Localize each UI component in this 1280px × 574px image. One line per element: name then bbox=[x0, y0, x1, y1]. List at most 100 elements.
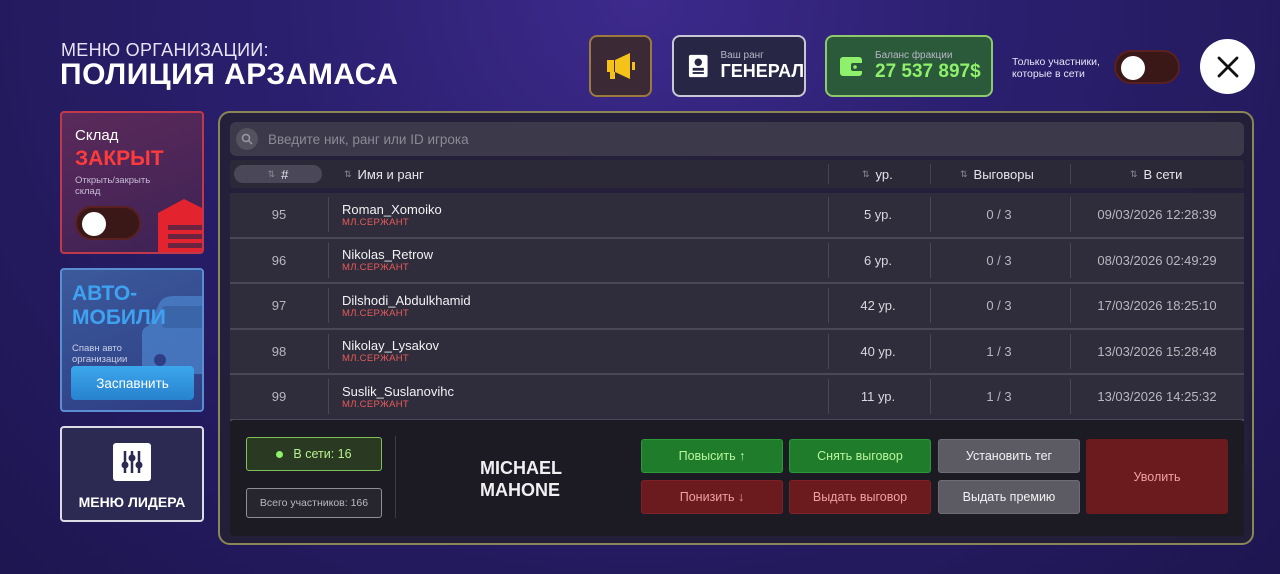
member-level: 6 ур. bbox=[863, 252, 893, 268]
badge-icon bbox=[688, 54, 708, 78]
member-name: Dilshodi_Abdulkhamid bbox=[342, 292, 471, 308]
cars-card: АВТО- МОБИЛИ Спавн авто организации Засп… bbox=[60, 268, 204, 412]
row-divider bbox=[328, 288, 329, 323]
member-rank: МЛ.СЕРЖАНТ bbox=[342, 353, 409, 364]
sort-by-warnings[interactable]: ⇅ Выговоры bbox=[960, 160, 1034, 188]
sort-icon: ⇅ bbox=[960, 168, 968, 179]
sort-by-number[interactable]: ⇅ # bbox=[234, 165, 322, 183]
rank-display: Ваш ранг ГЕНЕРАЛ bbox=[672, 35, 806, 97]
set-tag-button[interactable]: Установить тег bbox=[938, 439, 1080, 473]
row-divider bbox=[328, 333, 329, 369]
leader-menu-button[interactable]: МЕНЮ ЛИДЕРА bbox=[60, 426, 204, 522]
cars-title: АВТО- МОБИЛИ bbox=[72, 282, 166, 330]
toggle-knob bbox=[82, 212, 106, 236]
column-number: # bbox=[281, 166, 289, 182]
selected-player-first: MICHAEL bbox=[480, 458, 562, 478]
cars-title-line1: АВТО- bbox=[72, 282, 138, 305]
sort-icon: ⇅ bbox=[344, 168, 352, 179]
table-header: ⇅ # ⇅ Имя и ранг ⇅ ур. ⇅ Выговоры ⇅ В се… bbox=[230, 160, 1244, 188]
header-divider bbox=[1070, 164, 1071, 184]
member-last-online: 13/03/2026 14:25:32 bbox=[1097, 389, 1217, 404]
action-footer: В сети: 16 Всего участников: 166 MICHAEL… bbox=[230, 420, 1244, 536]
member-last-online: 08/03/2026 02:49:29 bbox=[1097, 252, 1217, 268]
remove-warning-button[interactable]: Снять выговор bbox=[789, 439, 931, 473]
member-name: Nikolas_Retrow bbox=[342, 247, 434, 262]
member-last-online: 17/03/2026 18:25:10 bbox=[1097, 298, 1217, 313]
table-row[interactable]: 95 Roman_Xomoiko МЛ.СЕРЖАНТ 5 ур. 0 / 3 … bbox=[230, 193, 1244, 239]
search-icon bbox=[236, 128, 258, 150]
megaphone-icon bbox=[606, 53, 635, 79]
sort-icon: ⇅ bbox=[1130, 168, 1138, 179]
give-bonus-button[interactable]: Выдать премию bbox=[938, 480, 1080, 514]
member-name: Suslik_Suslanovihc bbox=[342, 383, 455, 399]
warehouse-toggle[interactable] bbox=[75, 206, 141, 240]
member-last-online: 13/03/2026 15:28:48 bbox=[1097, 343, 1217, 359]
member-last-online: 09/03/2026 12:28:39 bbox=[1097, 207, 1217, 222]
member-number: 95 bbox=[271, 207, 287, 222]
table-row[interactable]: 98 Nikolay_Lysakov МЛ.СЕРЖАНТ 40 ур. 1 /… bbox=[230, 329, 1244, 375]
member-name-cell: Suslik_Suslanovihc МЛ.СЕРЖАНТ bbox=[342, 375, 454, 418]
wallet-icon bbox=[840, 57, 864, 76]
toggle-knob bbox=[1121, 56, 1145, 80]
online-dot-icon bbox=[276, 450, 284, 458]
member-level: 11 ур. bbox=[860, 389, 896, 404]
table-row[interactable]: 96 Nikolas_Retrow МЛ.СЕРЖАНТ 6 ур. 0 / 3… bbox=[230, 238, 1244, 284]
column-name: Имя и ранг bbox=[357, 166, 424, 182]
warehouse-icon bbox=[158, 199, 202, 252]
sort-by-name[interactable]: ⇅ Имя и ранг bbox=[344, 160, 424, 188]
table-row[interactable]: 97 Dilshodi_Abdulkhamid МЛ.СЕРЖАНТ 42 ур… bbox=[230, 284, 1244, 330]
sort-by-online[interactable]: ⇅ В сети bbox=[1130, 160, 1182, 188]
member-number: 99 bbox=[271, 389, 287, 404]
column-online: В сети bbox=[1143, 166, 1183, 182]
leader-menu-label: МЕНЮ ЛИДЕРА bbox=[78, 494, 186, 510]
members-table: 95 Roman_Xomoiko МЛ.СЕРЖАНТ 5 ур. 0 / 3 … bbox=[230, 193, 1244, 421]
member-rank: МЛ.СЕРЖАНТ bbox=[342, 262, 409, 273]
sort-by-level[interactable]: ⇅ ур. bbox=[862, 160, 893, 188]
member-level: 5 ур. bbox=[863, 207, 893, 222]
member-number: 98 bbox=[271, 343, 287, 359]
warehouse-card: Склад ЗАКРЫТ Открыть/закрыть склад bbox=[60, 111, 204, 254]
close-button[interactable] bbox=[1200, 39, 1255, 94]
search-input[interactable] bbox=[268, 131, 968, 147]
member-level: 40 ур. bbox=[860, 343, 896, 359]
member-number: 96 bbox=[271, 252, 287, 268]
member-name: Roman_Xomoiko bbox=[342, 201, 442, 217]
member-warnings: 0 / 3 bbox=[986, 298, 1012, 313]
spawn-cars-button[interactable]: Заспавнить bbox=[71, 366, 194, 400]
selected-player-last: MAHONE bbox=[480, 480, 560, 500]
header-divider bbox=[930, 164, 931, 184]
table-row[interactable]: 99 Suslik_Suslanovihc МЛ.СЕРЖАНТ 11 ур. … bbox=[230, 375, 1244, 421]
announcement-button[interactable] bbox=[589, 35, 652, 97]
member-name-cell: Nikolas_Retrow МЛ.СЕРЖАНТ bbox=[342, 239, 433, 282]
member-warnings: 1 / 3 bbox=[986, 389, 1012, 404]
member-warnings: 0 / 3 bbox=[986, 207, 1012, 222]
online-count: В сети: 16 bbox=[293, 447, 352, 461]
member-rank: МЛ.СЕРЖАНТ bbox=[342, 307, 409, 319]
member-warnings: 1 / 3 bbox=[986, 343, 1012, 359]
give-warning-button[interactable]: Выдать выговор bbox=[789, 480, 931, 514]
header-divider bbox=[828, 164, 829, 184]
footer-divider bbox=[395, 436, 396, 518]
fire-button[interactable]: Уволить bbox=[1086, 439, 1228, 514]
demote-button[interactable]: Понизить ↓ bbox=[641, 480, 783, 514]
online-count-badge: В сети: 16 bbox=[246, 437, 382, 471]
promote-button[interactable]: Повысить ↑ bbox=[641, 439, 783, 473]
faction-balance: Баланс фракции 27 537 897$ bbox=[825, 35, 993, 97]
sliders-icon bbox=[113, 443, 151, 481]
member-rank: МЛ.СЕРЖАНТ bbox=[342, 216, 409, 228]
row-divider bbox=[328, 242, 329, 278]
member-warnings: 0 / 3 bbox=[986, 252, 1012, 268]
balance-label: Баланс фракции bbox=[875, 49, 953, 61]
row-divider bbox=[328, 379, 329, 414]
online-filter-toggle[interactable] bbox=[1114, 50, 1180, 84]
sort-icon: ⇅ bbox=[267, 168, 276, 179]
member-rank: МЛ.СЕРЖАНТ bbox=[342, 398, 409, 410]
member-name-cell: Nikolay_Lysakov МЛ.СЕРЖАНТ bbox=[342, 330, 439, 373]
sort-icon: ⇅ bbox=[862, 168, 870, 179]
row-divider bbox=[328, 197, 329, 232]
total-members-badge: Всего участников: 166 bbox=[246, 488, 382, 518]
member-level: 42 ур. bbox=[860, 298, 896, 313]
search-bar bbox=[230, 122, 1244, 156]
member-name: Nikolay_Lysakov bbox=[342, 338, 440, 353]
selected-player-name: MICHAEL MAHONE bbox=[480, 457, 562, 501]
